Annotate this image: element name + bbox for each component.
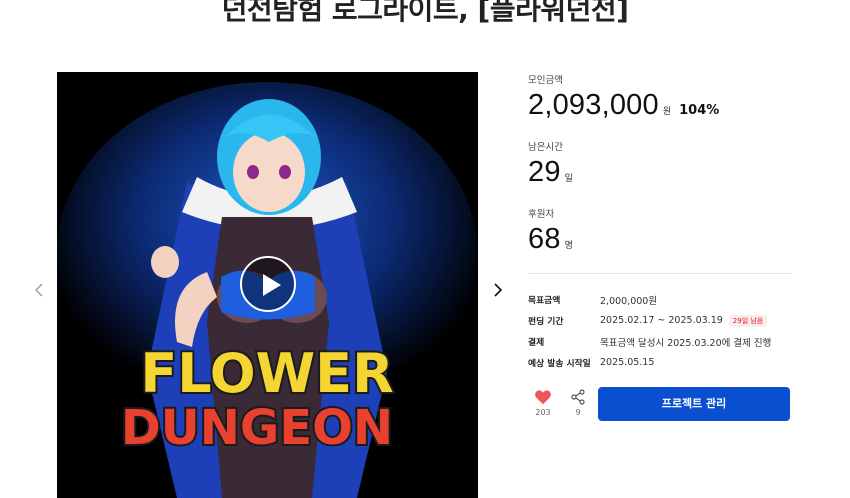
info-key-payment: 결제 (528, 338, 545, 348)
time-value: 29 (528, 156, 561, 188)
info-key-shipping: 예상 발송 시작일 (528, 359, 591, 369)
time-remaining-stat: 남은시간 29 일 (528, 139, 573, 189)
play-icon (263, 274, 281, 296)
info-row-period: 펀딩 기간 2025.02.17 ~ 2025.03.19 29일 남음 (528, 310, 792, 331)
manage-project-button[interactable]: 프로젝트 관리 (598, 387, 790, 421)
funded-unit: 원 (662, 107, 672, 117)
info-value-period: 2025.02.17 ~ 2025.03.19 (600, 315, 723, 326)
info-row-goal: 목표금액 2,000,000원 (528, 289, 792, 310)
action-bar: 203 9 프로젝트 관리 (528, 387, 790, 421)
next-slide-button[interactable] (488, 280, 508, 300)
time-unit: 일 (564, 174, 573, 184)
info-value-payment: 목표금액 달성시 2025.03.20에 결제 진행 (600, 337, 772, 349)
backers-unit: 명 (564, 241, 573, 251)
backers-stat: 후원자 68 명 (528, 206, 573, 256)
info-row-payment: 결제 목표금액 달성시 2025.03.20에 결제 진행 (528, 331, 792, 352)
previous-slide-button[interactable] (30, 280, 50, 300)
backers-value: 68 (528, 223, 561, 255)
logo-dungeon-text: DUNGEON (121, 400, 393, 456)
info-key-goal: 목표금액 (528, 296, 561, 306)
info-value-goal: 2,000,000원 (600, 295, 658, 307)
backers-label: 후원자 (528, 209, 555, 220)
project-title: 던전탐험 로그라이트, [플라워던전] (221, 0, 629, 26)
divider (528, 273, 792, 274)
chevron-left-icon (35, 283, 43, 297)
play-button[interactable] (240, 256, 296, 312)
info-value-shipping: 2025.05.15 (600, 357, 655, 368)
funded-percent: 104% (679, 103, 720, 118)
chevron-right-icon (494, 283, 503, 297)
funded-label: 모인금액 (528, 75, 563, 86)
funded-amount-stat: 모인금액 2,093,000 원 104% (528, 72, 719, 122)
share-button[interactable]: 9 (569, 387, 587, 417)
info-key-period: 펀딩 기간 (528, 317, 564, 327)
like-button[interactable]: 203 (532, 387, 554, 417)
info-row-shipping: 예상 발송 시작일 2025.05.15 (528, 352, 792, 373)
funding-info-list: 목표금액 2,000,000원 펀딩 기간 2025.02.17 ~ 2025.… (528, 289, 792, 373)
project-media-video[interactable]: FLOWER DUNGEON (57, 72, 478, 498)
like-count: 203 (535, 408, 551, 417)
funded-value: 2,093,000 (528, 89, 659, 121)
share-icon (571, 389, 585, 405)
share-count: 9 (575, 408, 581, 417)
time-label: 남은시간 (528, 142, 563, 153)
logo-flower-text: FLOWER (140, 342, 393, 405)
days-left-badge: 29일 남음 (728, 314, 768, 327)
heart-icon (535, 390, 551, 405)
